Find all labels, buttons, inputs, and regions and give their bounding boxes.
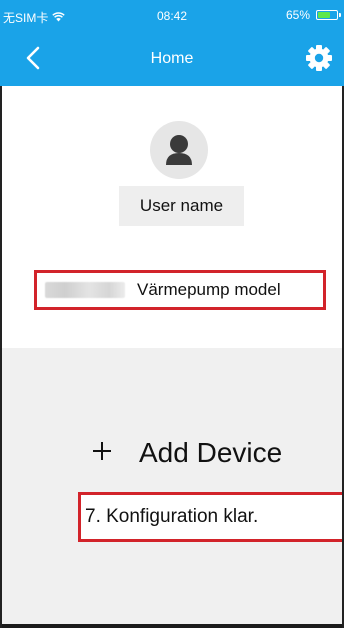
add-device-label: Add Device — [139, 437, 283, 468]
plus-icon — [77, 437, 127, 469]
battery-percent: 65% — [285, 8, 310, 22]
app-screen: 无SIM卡 08:42 65% Home User name Värmepump… — [0, 0, 344, 628]
page-title: Home — [150, 50, 194, 67]
battery-icon — [316, 10, 341, 20]
device-model-label: Värmepump model — [137, 280, 281, 299]
bottom-border — [2, 624, 342, 628]
nav-bar: Home — [0, 30, 344, 86]
battery-tip — [339, 13, 341, 17]
status-bar: 无SIM卡 08:42 65% — [0, 0, 344, 30]
settings-button[interactable] — [304, 43, 334, 73]
gear-icon — [306, 45, 332, 71]
username-label[interactable]: User name — [119, 186, 244, 226]
battery-fill — [318, 12, 330, 18]
profile-section: User name Värmepump model — [2, 86, 342, 346]
user-icon — [166, 135, 192, 165]
add-device-button[interactable]: Add Device — [77, 433, 282, 473]
status-right: 65% — [285, 8, 341, 22]
configuration-status-label: 7. Konfiguration klar. — [85, 506, 259, 527]
avatar[interactable] — [150, 121, 208, 179]
device-area: Add Device 7. Konfiguration klar. — [2, 348, 342, 628]
blurred-model-image — [45, 282, 125, 298]
main-content: User name Värmepump model Add Device 7. … — [0, 86, 344, 628]
device-model-row[interactable]: Värmepump model — [34, 270, 326, 310]
configuration-status: 7. Konfiguration klar. — [78, 492, 342, 542]
